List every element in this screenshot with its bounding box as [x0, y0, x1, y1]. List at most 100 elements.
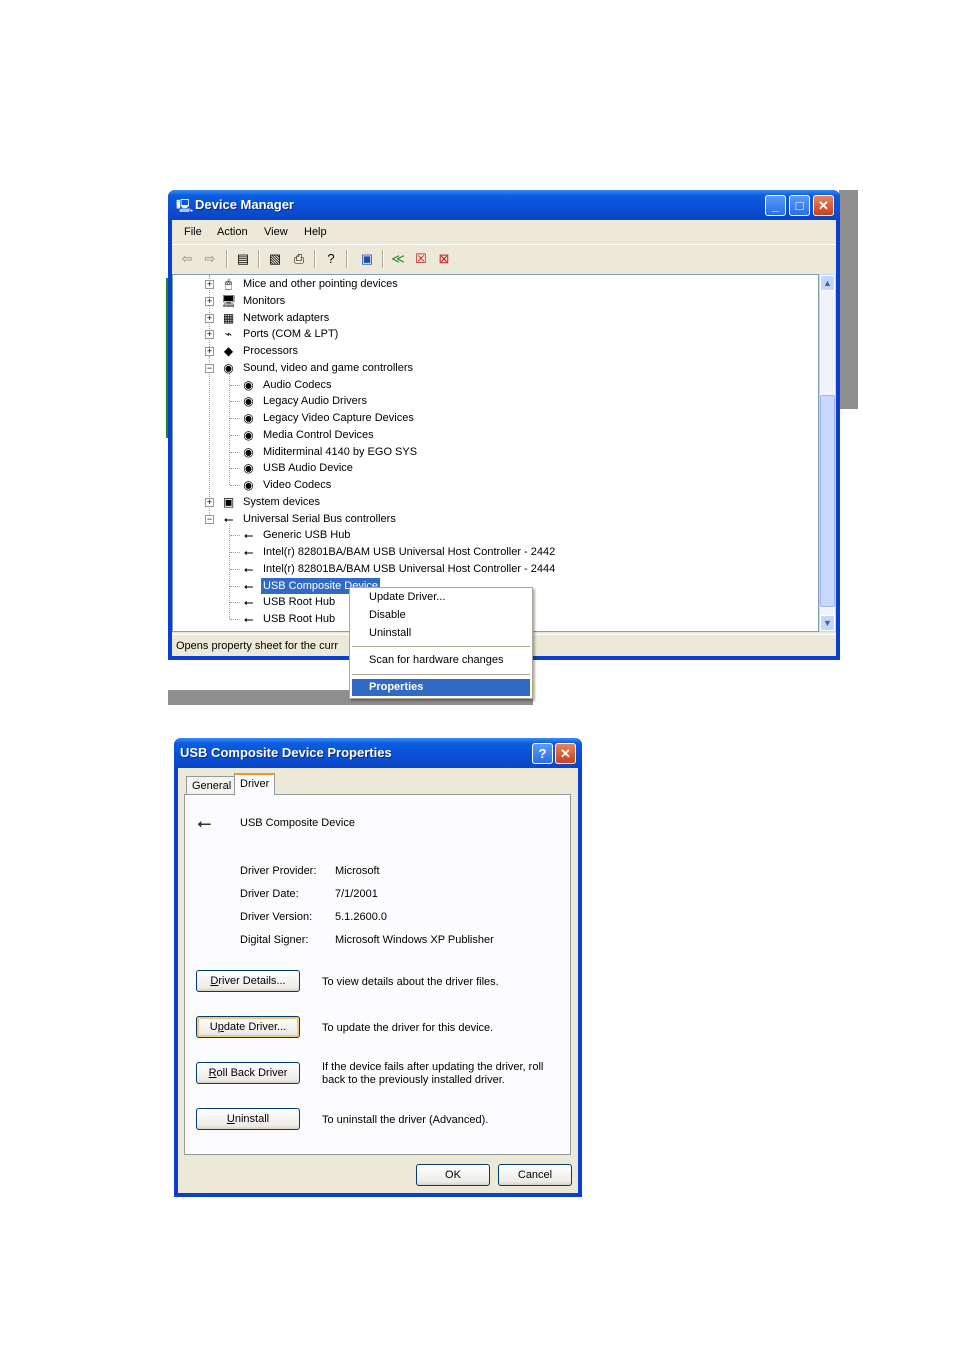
update-driver-icon[interactable]: ≪	[389, 250, 407, 268]
menu-bar: File Action View Help	[172, 220, 836, 242]
menu-item-uninstall[interactable]: Uninstall	[352, 625, 530, 642]
tree-item-label: Intel(r) 82801BA/BAM USB Universal Host …	[263, 562, 556, 575]
tab-driver[interactable]: Driver	[234, 773, 276, 795]
menu-item-properties[interactable]: Properties	[352, 679, 530, 696]
menu-separator	[352, 674, 530, 675]
button-label: river Details...	[218, 975, 286, 987]
expand-icon[interactable]: +	[205, 280, 214, 289]
usb-icon: ⭠	[243, 528, 254, 543]
menu-item-scan-hardware[interactable]: Scan for hardware changes	[352, 652, 530, 669]
disable-icon[interactable]: ☒	[412, 250, 430, 268]
close-button[interactable]: ✕	[555, 743, 576, 764]
dialog-title-bar[interactable]: USB Composite Device Properties ? ✕	[174, 738, 582, 768]
uninstall-button[interactable]: Uninstall	[196, 1108, 300, 1130]
field-value: 7/1/2001	[335, 888, 378, 900]
processor-icon: ◆	[223, 344, 234, 358]
tree-item-label: Monitors	[243, 294, 286, 307]
toolbar-separator	[226, 250, 228, 268]
scroll-down-button[interactable]: ▼	[820, 615, 835, 631]
cancel-button[interactable]: Cancel	[498, 1164, 572, 1186]
tree-guide-line	[230, 552, 240, 553]
tree-item-label: USB Audio Device	[263, 462, 353, 475]
port-icon: ⌁	[224, 327, 233, 342]
close-button[interactable]: ✕	[813, 195, 834, 216]
scan-hardware-icon[interactable]: ▣	[358, 250, 376, 268]
minimize-button[interactable]: _	[765, 195, 786, 216]
tab-general[interactable]: General	[186, 776, 238, 795]
menu-item-disable[interactable]: Disable	[352, 607, 530, 624]
tree-item-label: Ports (COM & LPT)	[243, 328, 339, 341]
tree-item-label: Miditerminal 4140 by EGO SYS	[263, 445, 418, 458]
menu-help[interactable]: Help	[304, 226, 327, 238]
tree-guide-line	[230, 384, 240, 386]
title-bar[interactable]: 🖳 Device Manager _ □ ✕	[168, 190, 840, 220]
tree-item-label: Legacy Video Capture Devices	[263, 412, 414, 424]
tree-item-label: Generic USB Hub	[263, 529, 351, 542]
menu-file[interactable]: File	[184, 226, 202, 238]
properties-icon[interactable]: ▧	[266, 250, 284, 268]
update-driver-button[interactable]: Update Driver...	[196, 1016, 300, 1038]
vertical-scrollbar[interactable]: ▲ ▼	[819, 274, 836, 632]
tree-item-label: Audio Codecs	[263, 378, 332, 391]
tree-item-label: Video Codecs	[263, 479, 332, 491]
collapse-icon[interactable]: −	[205, 514, 214, 524]
button-label: oll Back Driver	[216, 1067, 288, 1079]
back-icon[interactable]: ⇦	[178, 250, 196, 268]
tree-item-label: Processors	[243, 345, 299, 357]
speaker-icon: ◉	[243, 377, 254, 392]
help-button[interactable]: ?	[532, 743, 553, 764]
field-value: Microsoft Windows XP Publisher	[335, 934, 494, 946]
close-icon: ✕	[818, 198, 829, 213]
expand-icon[interactable]: +	[205, 330, 214, 340]
driver-details-button[interactable]: Driver Details...	[196, 970, 300, 992]
tree-item-label: USB Root Hub	[263, 596, 336, 609]
action-description: To uninstall the driver (Advanced).	[322, 1114, 489, 1126]
expand-icon[interactable]: +	[205, 313, 214, 323]
collapse-icon[interactable]: −	[205, 363, 214, 373]
print-icon[interactable]: ⎙	[290, 250, 308, 268]
usb-icon: ⭠	[197, 813, 212, 833]
menu-view[interactable]: View	[264, 226, 288, 238]
uninstall-icon[interactable]: ⊠	[435, 250, 453, 268]
tree-guide-line	[230, 485, 240, 486]
speaker-icon: ◉	[243, 411, 254, 425]
context-menu: Update Driver... Disable Uninstall Scan …	[349, 587, 533, 699]
usb-icon: ⭠	[243, 578, 254, 593]
roll-back-driver-button[interactable]: Roll Back Driver	[196, 1062, 300, 1084]
tree-guide-line	[230, 535, 240, 537]
driver-tab-panel: ⭠ USB Composite Device Driver Provider: …	[184, 794, 571, 1155]
maximize-button[interactable]: □	[789, 195, 810, 216]
scroll-thumb[interactable]	[820, 395, 835, 607]
toolbar: ⇦ ⇨ ▤ ▧ ⎙ ? ▣ ≪ ☒ ⊠	[172, 244, 836, 275]
mouse-icon: 🖱	[224, 277, 233, 291]
tree-guide-line	[229, 523, 230, 619]
tree-item-label: Mice and other pointing devices	[243, 278, 398, 290]
expand-icon[interactable]: +	[205, 497, 214, 507]
computer-icon: ▣	[222, 494, 235, 509]
menu-separator	[352, 646, 530, 647]
tree-guide-line	[230, 619, 240, 620]
field-label: Digital Signer:	[240, 934, 309, 946]
tree-guide-line	[230, 602, 240, 604]
ok-button[interactable]: OK	[416, 1164, 490, 1186]
tree-item-label: Legacy Audio Drivers	[263, 395, 367, 408]
help-icon[interactable]: ?	[322, 250, 340, 268]
help-icon: ?	[538, 746, 547, 761]
scroll-up-button[interactable]: ▲	[820, 275, 835, 291]
tree-guide-line	[230, 434, 240, 436]
action-description: To view details about the driver files.	[322, 976, 499, 988]
monitor-icon: 🖥	[221, 293, 237, 308]
button-mnemonic: U	[226, 1113, 235, 1125]
tree-guide-line	[230, 401, 240, 403]
menu-action[interactable]: Action	[217, 226, 248, 238]
expand-icon[interactable]: +	[205, 347, 214, 356]
speaker-icon: ◉	[243, 394, 254, 409]
device-tree[interactable]: + 🖱 Mice and other pointing devices + 🖥 Monit…	[172, 274, 819, 632]
forward-icon[interactable]: ⇨	[201, 250, 219, 268]
chevron-up-icon: ▲	[823, 278, 832, 288]
expand-icon[interactable]: +	[205, 296, 214, 306]
maximize-icon: □	[795, 198, 804, 213]
menu-item-update-driver[interactable]: Update Driver...	[352, 589, 530, 606]
show-hide-icon[interactable]: ▤	[234, 250, 252, 268]
dialog-client: General Driver ⭠ USB Composite Device Dr…	[178, 768, 578, 1193]
